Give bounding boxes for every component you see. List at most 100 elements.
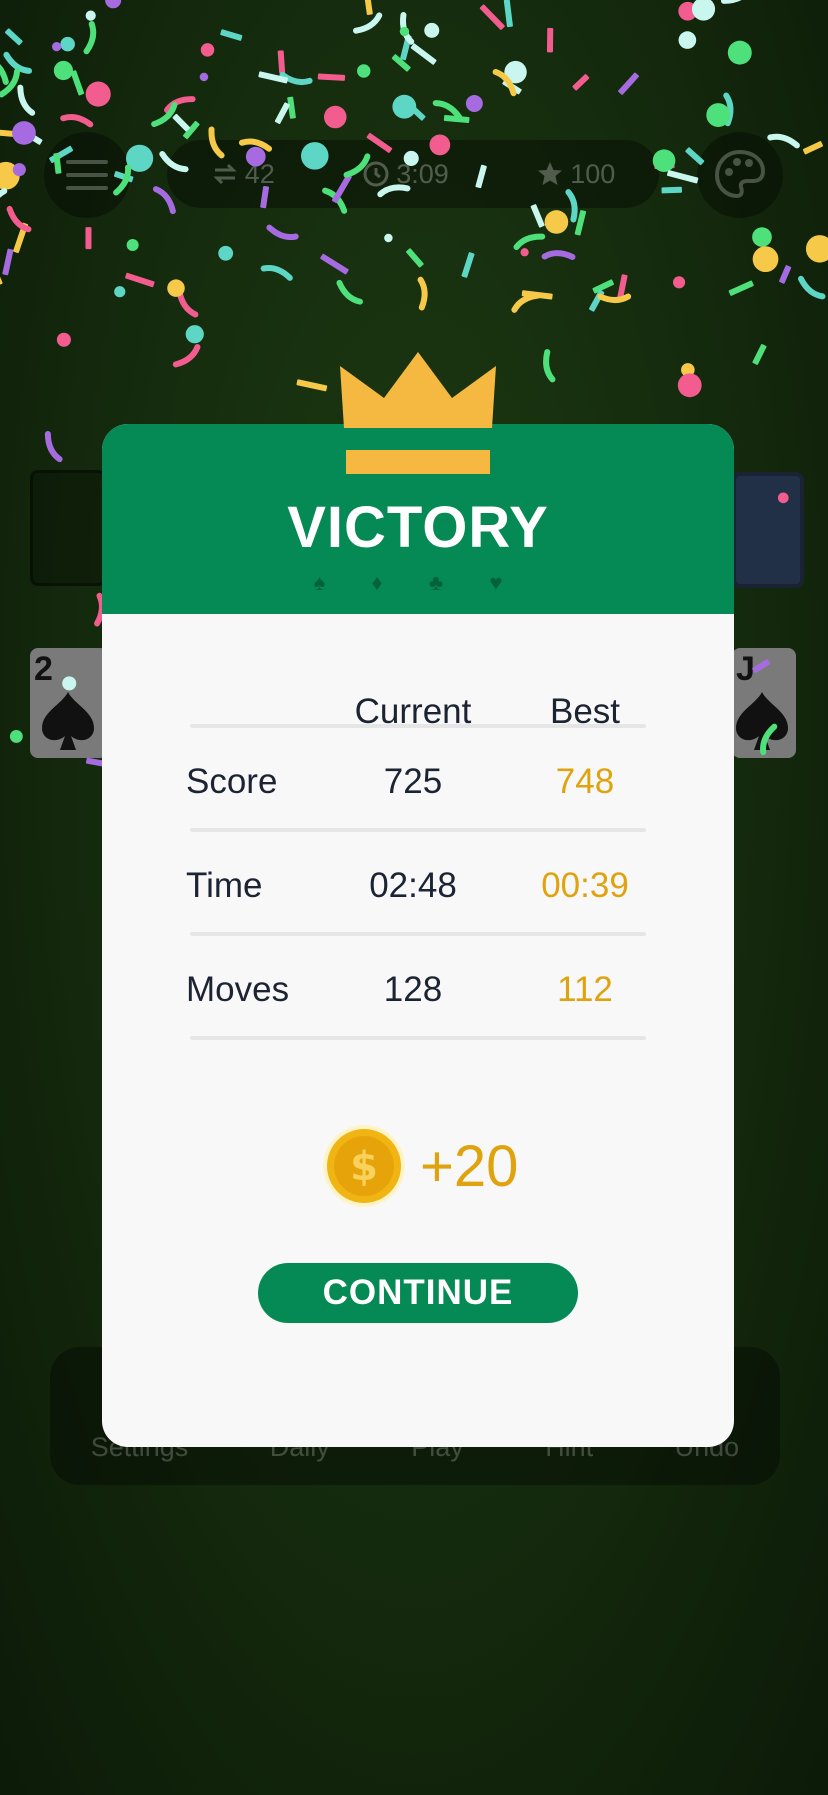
best-value: 00:39 — [541, 866, 629, 905]
confetti-piece — [44, 430, 63, 463]
confetti-piece — [530, 204, 545, 228]
confetti-piece — [465, 95, 483, 112]
best-value: 112 — [557, 970, 613, 1009]
confetti-piece — [167, 279, 185, 297]
svg-text:$: $ — [350, 1144, 378, 1190]
confetti-piece — [49, 145, 74, 163]
confetti-piece — [475, 164, 487, 189]
confetti-piece — [677, 373, 702, 398]
confetti-piece — [83, 20, 97, 55]
row-label: Score — [186, 762, 278, 801]
confetti-piece — [296, 379, 328, 392]
confetti-piece — [429, 134, 451, 156]
confetti-piece — [384, 233, 393, 243]
confetti-piece — [678, 31, 697, 49]
confetti-piece — [159, 151, 189, 173]
victory-dialog: VICTORY ♠ ♦ ♣ ♥ Current Best Score 725 7… — [102, 352, 734, 1447]
best-value: 748 — [555, 762, 615, 801]
confetti-piece — [779, 265, 792, 284]
confetti-piece — [220, 29, 243, 41]
continue-button[interactable]: CONTINUE — [258, 1263, 578, 1323]
confetti-piece — [4, 28, 23, 46]
confetti-piece — [125, 272, 155, 288]
confetti-piece — [720, 0, 753, 4]
confetti-piece — [399, 26, 410, 37]
confetti-piece — [513, 233, 546, 251]
confetti-piece — [200, 43, 215, 57]
confetti-piece — [245, 146, 266, 167]
confetti-piece — [85, 81, 111, 107]
confetti-piece — [126, 238, 139, 252]
confetti-piece — [85, 227, 92, 250]
table-row-moves: Moves 128 112 — [186, 932, 646, 1036]
confetti-piece — [666, 170, 699, 184]
confetti-piece — [417, 276, 428, 311]
confetti-piece — [266, 224, 299, 241]
table-header: Current Best — [190, 654, 646, 731]
confetti-piece — [60, 36, 75, 52]
confetti-piece — [767, 133, 800, 149]
stats-table: Current Best Score 725 748 Time 02:48 00… — [186, 654, 646, 1040]
confetti-piece — [366, 132, 393, 153]
confetti-piece — [406, 248, 424, 268]
confetti-piece — [777, 492, 789, 504]
confetti-piece — [805, 235, 828, 263]
confetti-piece — [544, 210, 569, 234]
confetti-piece — [260, 185, 270, 209]
confetti-piece — [152, 186, 176, 215]
confetti-piece — [6, 205, 32, 233]
confetti-piece — [802, 141, 824, 155]
current-value: 725 — [383, 762, 443, 801]
confetti-piece — [317, 73, 346, 81]
confetti-piece — [752, 344, 767, 365]
crown-icon — [340, 352, 496, 474]
confetti-piece — [336, 279, 363, 305]
confetti-piece — [706, 103, 731, 127]
divider — [190, 1036, 646, 1040]
confetti-piece — [618, 72, 639, 95]
confetti-piece — [172, 113, 191, 132]
confetti-piece — [410, 43, 437, 65]
confetti-piece — [60, 114, 94, 128]
confetti-piece — [424, 22, 440, 38]
confetti-piece — [274, 102, 290, 124]
confetti-piece — [105, 0, 122, 9]
coin-icon: $ — [323, 1125, 405, 1207]
confetti-piece — [2, 248, 14, 276]
row-label: Time — [186, 866, 263, 905]
confetti-piece — [52, 41, 62, 52]
confetti-piece — [62, 676, 77, 691]
confetti-piece — [728, 280, 754, 296]
confetti-piece — [461, 252, 475, 278]
confetti-piece — [543, 349, 556, 383]
confetti-piece — [185, 325, 204, 344]
table-row-score: Score 725 748 — [186, 724, 646, 828]
row-label: Moves — [186, 970, 290, 1009]
confetti-piece — [652, 149, 676, 173]
confetti-piece — [53, 60, 74, 81]
suit-symbols: ♠ ♦ ♣ ♥ — [313, 570, 523, 595]
confetti-piece — [9, 729, 23, 743]
confetti-piece — [541, 250, 576, 260]
reward-amount: +20 — [420, 1133, 519, 1199]
confetti-piece — [260, 265, 293, 281]
current-value: 02:48 — [369, 866, 457, 905]
confetti-piece — [520, 248, 529, 257]
confetti-piece — [503, 0, 513, 28]
victory-title: VICTORY — [287, 495, 549, 560]
confetti-piece — [0, 188, 8, 217]
confetti-piece — [323, 105, 347, 129]
confetti-piece — [70, 70, 85, 96]
confetti-piece — [208, 126, 225, 159]
coin-reward: $ +20 — [322, 1124, 518, 1208]
confetti-piece — [343, 153, 371, 178]
confetti-piece — [752, 227, 772, 247]
confetti-piece — [691, 0, 716, 21]
confetti-piece — [727, 40, 752, 65]
confetti-piece — [443, 114, 470, 123]
confetti-piece — [56, 332, 71, 347]
confetti-piece — [17, 84, 36, 116]
confetti-piece — [403, 150, 419, 166]
confetti-piece — [300, 142, 329, 170]
confetti-piece — [218, 245, 234, 261]
